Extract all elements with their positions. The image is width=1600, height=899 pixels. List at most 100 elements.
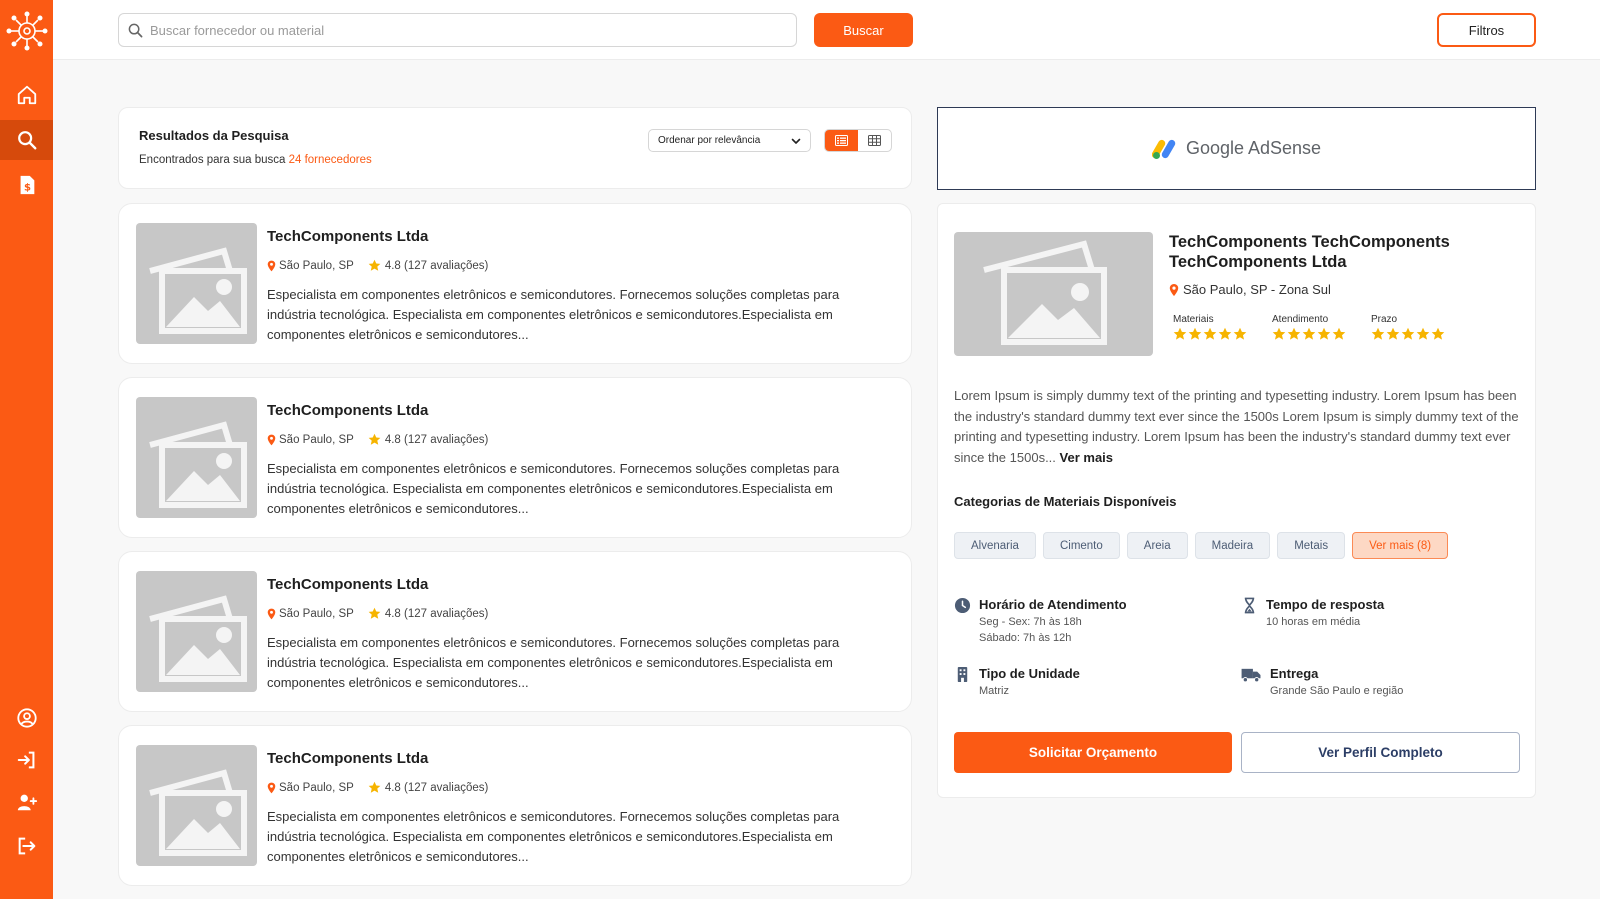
request-quote-button[interactable]: Solicitar Orçamento	[954, 732, 1232, 773]
supplier-image-placeholder	[136, 223, 257, 344]
nav-logout[interactable]	[0, 826, 53, 866]
supplier-rating: 4.8 (127 avaliações)	[368, 781, 489, 794]
supplier-location-text: São Paulo, SP	[279, 433, 354, 446]
supplier-name[interactable]: TechComponents Ltda	[267, 402, 428, 419]
google-adsense-logo-icon	[1151, 139, 1176, 159]
nav-home[interactable]	[0, 75, 53, 115]
star-icon	[1272, 327, 1286, 340]
star-icon	[1287, 327, 1301, 340]
results-title: Resultados da Pesquisa	[139, 128, 289, 143]
categories-more-button[interactable]: Ver mais (8)	[1352, 532, 1449, 559]
supplier-description: Especialista em componentes eletrônicos …	[267, 287, 840, 342]
grid-view-icon	[868, 135, 881, 146]
star-icon	[1302, 327, 1316, 340]
filters-button[interactable]: Filtros	[1437, 13, 1536, 47]
supplier-rating: 4.8 (127 avaliações)	[368, 259, 489, 272]
hourglass-icon	[1244, 597, 1255, 614]
chevron-down-icon	[791, 138, 801, 144]
see-more-link[interactable]: Ver mais	[1060, 450, 1114, 465]
map-pin-icon	[1169, 283, 1179, 296]
info-unit-type: Tipo de Unidade Matriz	[954, 666, 1080, 699]
info-response-time: Tempo de resposta 10 horas em média	[1241, 597, 1384, 630]
supplier-card[interactable]: TechComponents Ltda São Paulo, SP 4.8 (1…	[118, 203, 912, 364]
supplier-card[interactable]: TechComponents Ltda São Paulo, SP 4.8 (1…	[118, 551, 912, 712]
supplier-rating-text: 4.8 (127 avaliações)	[384, 607, 489, 620]
star-icon	[1431, 327, 1445, 340]
supplier-name[interactable]: TechComponents Ltda	[267, 576, 428, 593]
nav-account[interactable]	[0, 698, 53, 738]
star-icon	[1317, 327, 1331, 340]
results-subtitle-prefix: Encontrados para sua busca	[139, 154, 286, 166]
supplier-meta: São Paulo, SP 4.8 (127 avaliações)	[267, 607, 488, 620]
nav-login[interactable]	[0, 740, 53, 780]
search-button[interactable]: Buscar	[814, 13, 913, 47]
ad-banner[interactable]: Google AdSense	[937, 107, 1536, 190]
rating-label: Prazo	[1371, 314, 1398, 325]
supplier-image-placeholder	[136, 571, 257, 692]
supplier-location: São Paulo, SP	[267, 608, 354, 620]
info-response-line: 10 horas em média	[1266, 616, 1361, 628]
ad-content: Google AdSense	[1151, 138, 1321, 160]
map-pin-icon	[267, 782, 276, 793]
star-icon	[368, 607, 381, 619]
category-chip[interactable]: Alvenaria	[954, 532, 1036, 559]
nav-documents[interactable]: $	[0, 165, 53, 205]
list-view-button[interactable]	[825, 130, 858, 151]
grid-view-button[interactable]	[858, 130, 891, 151]
category-chip[interactable]: Madeira	[1194, 532, 1271, 559]
star-icon	[1332, 327, 1346, 340]
star-icon	[1416, 327, 1430, 340]
document-icon: $	[20, 175, 34, 195]
search-icon	[128, 23, 143, 37]
info-response-title: Tempo de resposta	[1266, 597, 1385, 612]
truck-icon	[1241, 668, 1261, 683]
login-icon	[17, 751, 34, 769]
detail-supplier-name: TechComponents TechComponents TechCompon…	[1169, 233, 1450, 271]
view-toggle	[824, 129, 892, 152]
star-icon	[1188, 327, 1202, 340]
supplier-card[interactable]: TechComponents Ltda São Paulo, SP 4.8 (1…	[118, 725, 912, 886]
rating-stars	[1272, 327, 1346, 341]
supplier-location-text: São Paulo, SP	[279, 607, 354, 620]
results-count: 24 fornecedores	[288, 154, 372, 166]
detail-description-text: Lorem Ipsum is simply dummy text of the …	[954, 388, 1519, 465]
supplier-meta: São Paulo, SP 4.8 (127 avaliações)	[267, 781, 488, 794]
supplier-description: Especialista em componentes eletrônicos …	[267, 635, 840, 690]
star-icon	[1173, 327, 1187, 340]
supplier-location: São Paulo, SP	[267, 260, 354, 272]
logout-icon	[18, 837, 35, 855]
search-box[interactable]	[118, 13, 797, 47]
rating-label: Atendimento	[1272, 314, 1329, 325]
nav-search[interactable]	[0, 120, 53, 160]
star-icon	[368, 781, 381, 793]
supplier-card[interactable]: TechComponents Ltda São Paulo, SP 4.8 (1…	[118, 377, 912, 538]
categories-list: Alvenaria Cimento Areia Madeira Metais V…	[954, 532, 1449, 559]
svg-text:$: $	[23, 183, 30, 194]
sort-label: Ordenar por relevância	[658, 135, 761, 146]
category-chip[interactable]: Cimento	[1042, 532, 1120, 559]
supplier-name[interactable]: TechComponents Ltda	[267, 750, 428, 767]
supplier-rating-text: 4.8 (127 avaliações)	[384, 781, 489, 794]
supplier-rating: 4.8 (127 avaliações)	[368, 607, 489, 620]
building-icon	[957, 666, 968, 683]
info-hours-line: Seg - Sex: 7h às 18h	[979, 616, 1082, 628]
logo[interactable]	[4, 10, 50, 52]
rating-stars	[1173, 327, 1247, 341]
image-placeholder-icon	[149, 421, 247, 508]
supplier-name[interactable]: TechComponents Ltda	[267, 228, 428, 245]
rating-atendimento: Atendimento	[1272, 314, 1346, 341]
search-input[interactable]	[150, 22, 780, 38]
supplier-rating-text: 4.8 (127 avaliações)	[384, 259, 489, 272]
view-profile-button[interactable]: Ver Perfil Completo	[1241, 732, 1520, 773]
results-header: Resultados da Pesquisa Encontrados para …	[118, 107, 912, 189]
supplier-location-text: São Paulo, SP	[279, 259, 354, 272]
star-icon	[1371, 327, 1385, 340]
image-placeholder-icon	[149, 769, 247, 856]
map-pin-icon	[267, 260, 276, 271]
category-chip[interactable]: Metais	[1277, 532, 1346, 559]
nav-add-user[interactable]	[0, 782, 53, 822]
search-icon	[17, 131, 36, 150]
sort-select[interactable]: Ordenar por relevância	[648, 129, 811, 152]
rating-prazo: Prazo	[1371, 314, 1445, 341]
category-chip[interactable]: Areia	[1126, 532, 1188, 559]
